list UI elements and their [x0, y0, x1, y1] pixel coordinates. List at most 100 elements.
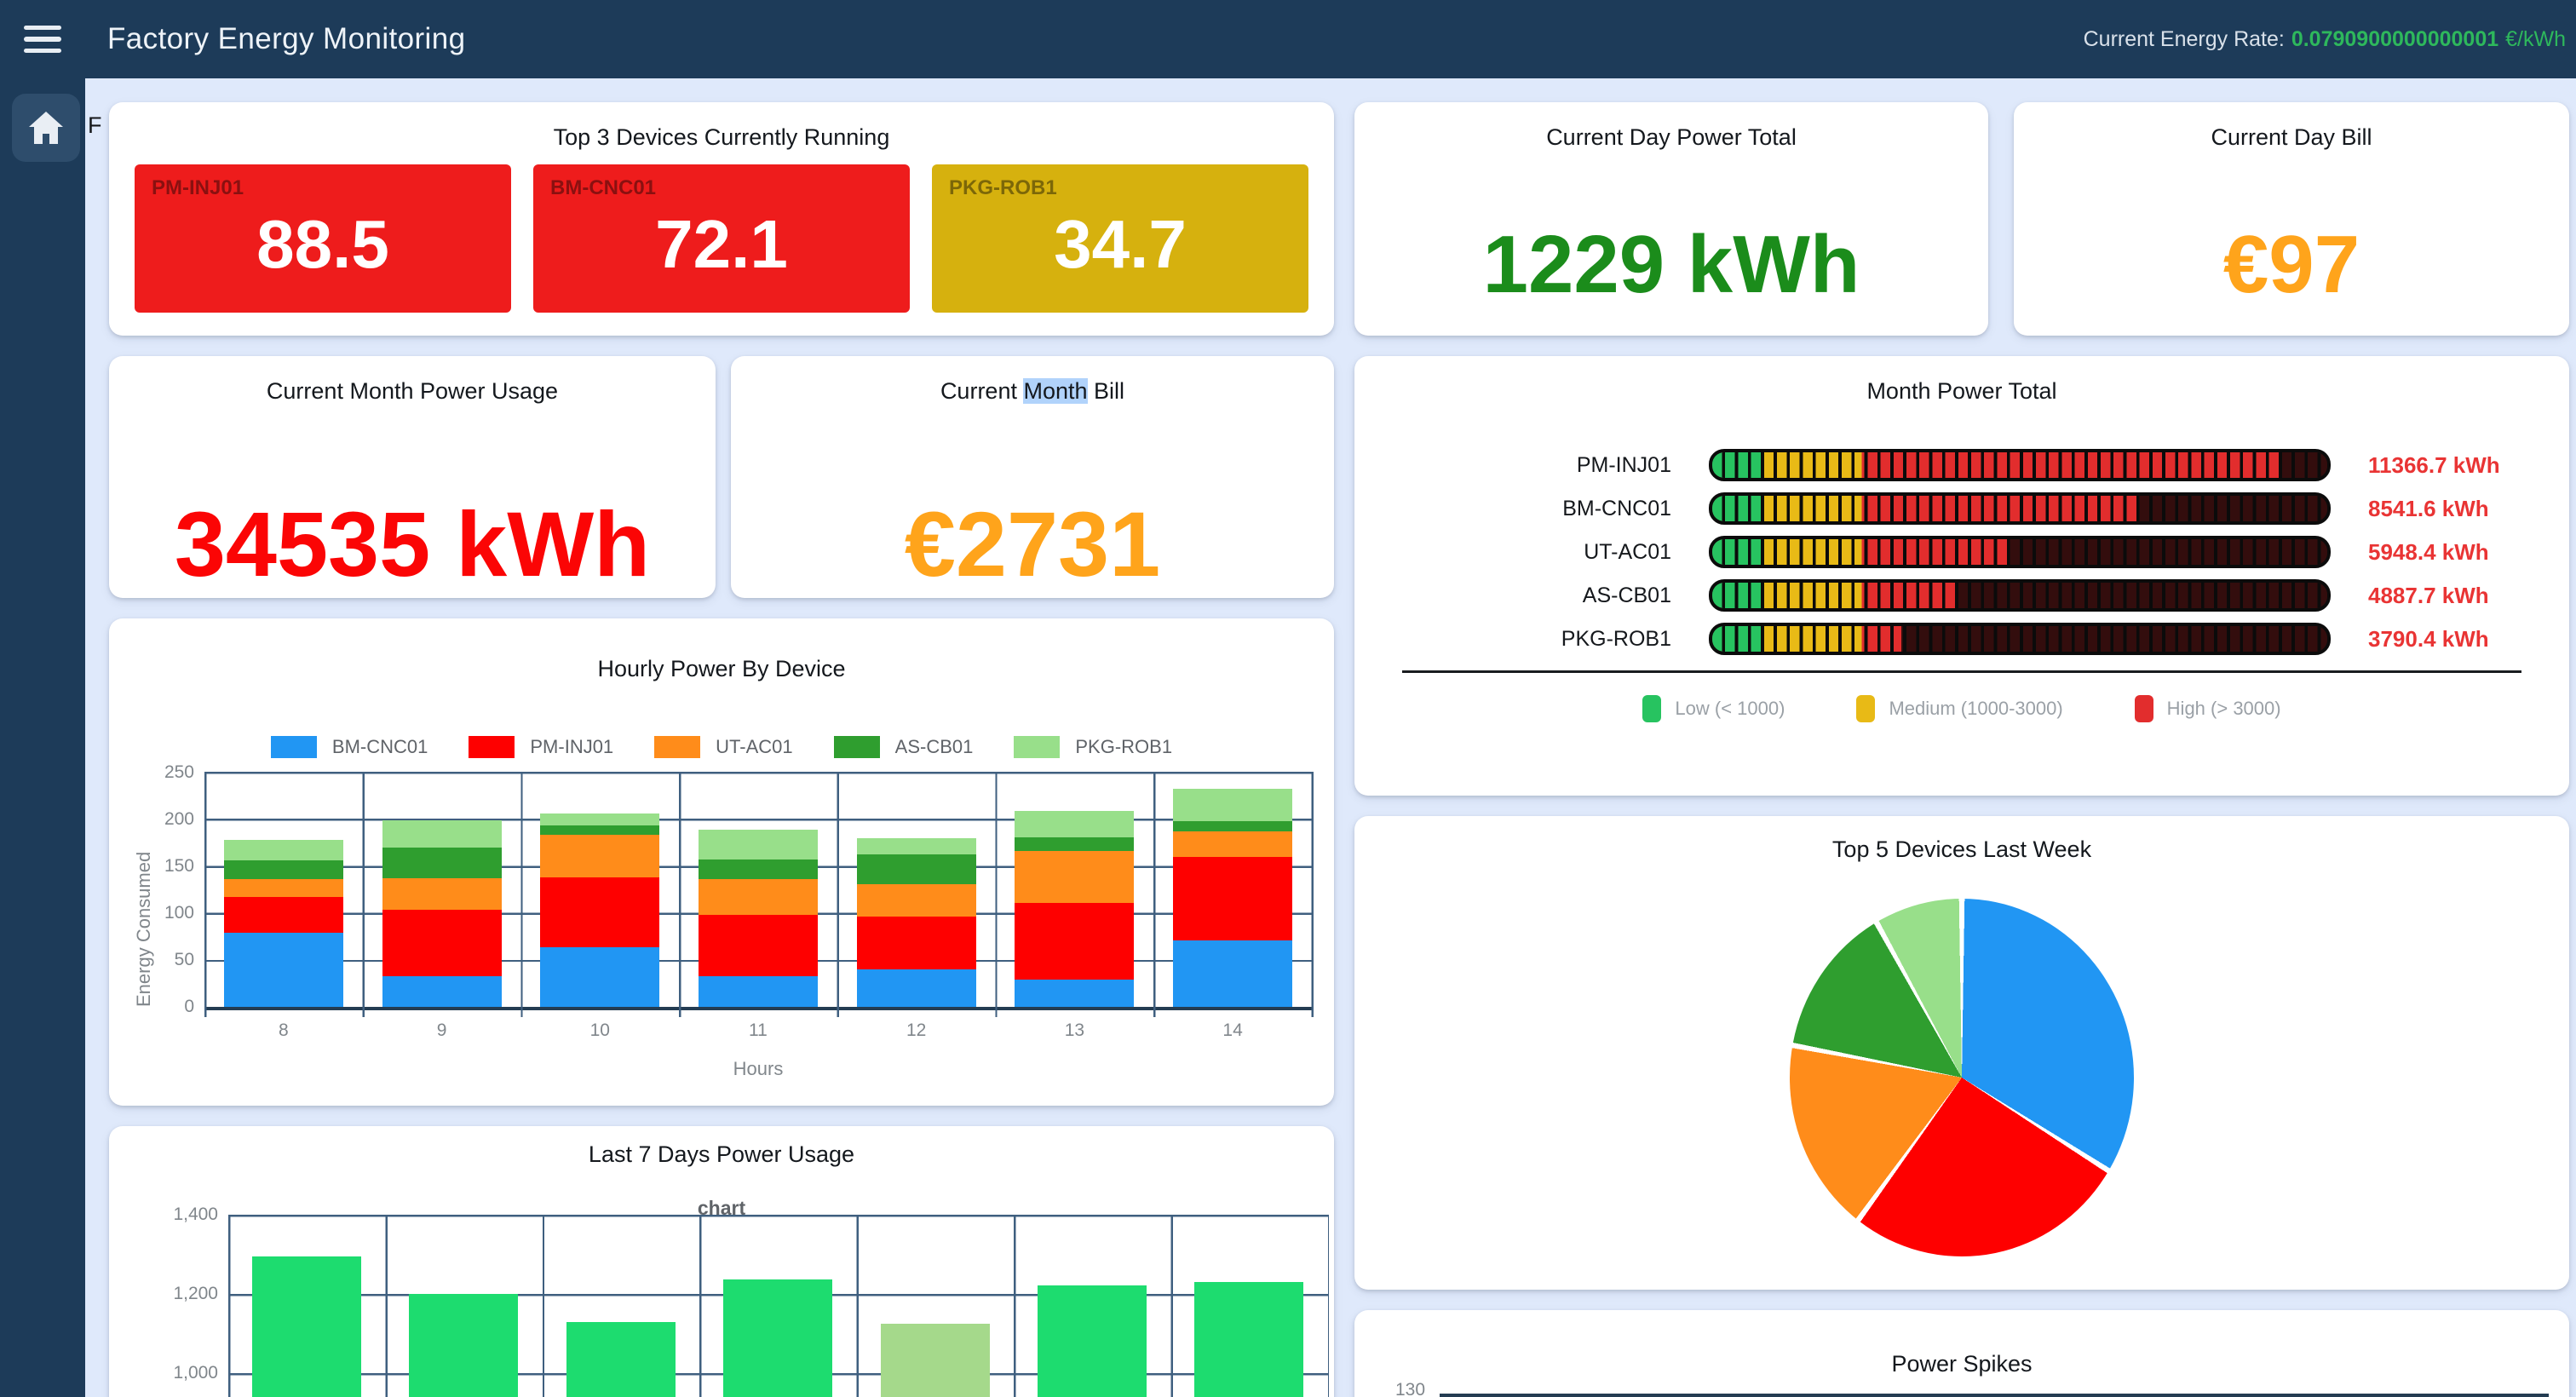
hourly-bar-segment — [699, 879, 818, 915]
top5-pie-card: Top 5 Devices Last Week — [1354, 816, 2569, 1290]
hourly-bar-segment — [224, 897, 343, 933]
spikes-chart-title: Power Spikes — [1354, 1310, 2569, 1377]
month-row: BM-CNC018541.6 kWh — [1389, 492, 2556, 525]
hourly-bar-segment — [699, 915, 818, 976]
hourly-bar-segment — [1015, 811, 1134, 837]
hourly-bar-segment — [1015, 903, 1134, 980]
legend-swatch-icon — [469, 736, 515, 758]
month-row-device-label: UT-AC01 — [1389, 540, 1671, 565]
hourly-legend-label: PM-INJ01 — [530, 736, 613, 758]
hourly-legend-item: AS-CB01 — [834, 736, 974, 758]
hourly-x-labels: 891011121314 — [204, 1020, 1312, 1041]
dashboard: Factory Energy Monitoring Current Energy… — [0, 0, 2576, 1397]
hourly-stacked-bar — [540, 813, 659, 1007]
device-tile: BM-CNC0172.1 — [533, 164, 910, 313]
device-tile-value: 88.5 — [152, 210, 494, 279]
power-spikes-card: Power Spikes 130 — [1354, 1310, 2569, 1397]
hourly-bar-segment — [1173, 831, 1292, 857]
month-summary-row: Current Month Power Usage 34535 kWh Curr… — [109, 356, 1334, 598]
current-day-power-total-card: Current Day Power Total 1229 kWh — [1354, 102, 1988, 336]
device-tile: PKG-ROB134.7 — [932, 164, 1308, 313]
hamburger-menu-icon[interactable] — [24, 26, 61, 53]
hourly-power-card: Hourly Power By Device BM-CNC01PM-INJ01U… — [109, 618, 1334, 1106]
month-row-device-label: PM-INJ01 — [1389, 453, 1671, 478]
top3-tiles: PM-INJ01 88.5 BM-CNC0172.1PKG-ROB134.7 — [135, 164, 1308, 313]
month-rows: PM-INJ0111366.7 kWh BM-CNC018541.6 kWh UT-… — [1389, 449, 2556, 655]
hourly-bar-segment — [540, 835, 659, 878]
month-row-value: 3790.4 kWh — [2368, 626, 2556, 653]
month-row: PM-INJ0111366.7 kWh — [1389, 449, 2556, 481]
legend-swatch-icon — [1014, 736, 1060, 758]
last7-days-card: Last 7 Days Power Usage chart 1,4001,200… — [109, 1126, 1334, 1397]
hourly-bar-segment — [1173, 857, 1292, 940]
hourly-x-tick-label: 8 — [204, 1020, 363, 1041]
day-bill-value: €97 — [2014, 224, 2569, 306]
hourly-bar-segment — [382, 820, 502, 848]
hourly-bar-column — [679, 772, 837, 1007]
current-day-bill-card: Current Day Bill €97 — [2014, 102, 2569, 336]
hourly-stacked-bar — [699, 830, 818, 1007]
month-row: PKG-ROB13790.4 kWh — [1389, 623, 2556, 655]
hourly-bar-segment — [1173, 789, 1292, 822]
month-legend-divider — [1402, 670, 2521, 673]
last7-bar — [1038, 1285, 1147, 1397]
rate-label: Current Energy Rate: — [2084, 27, 2285, 51]
month-legend-label: Medium (1000-3000) — [1889, 698, 2062, 720]
hourly-bar-column — [363, 772, 521, 1007]
rate-value: 0.0790900000000001 — [2291, 27, 2498, 51]
hourly-bar-segment — [1015, 837, 1134, 852]
legend-swatch-icon — [2135, 695, 2153, 722]
day-bill-title: Current Day Bill — [2014, 102, 2569, 151]
last7-bar-column — [1014, 1215, 1170, 1397]
device-tile-value: 72.1 — [550, 210, 893, 279]
month-row-value: 5948.4 kWh — [2368, 539, 2556, 566]
hourly-x-axis-title: Hours — [204, 1058, 1312, 1080]
home-icon — [29, 112, 63, 144]
hourly-bar-segment — [224, 879, 343, 897]
app-title: Factory Energy Monitoring — [107, 22, 465, 56]
hourly-x-tick-label: 13 — [996, 1020, 1154, 1041]
hourly-y-tick-label: 50 — [123, 950, 194, 970]
month-row: UT-AC01 5948.4 kWh — [1389, 536, 2556, 568]
month-row: AS-CB014887.7 kWh — [1389, 579, 2556, 612]
month-row-bar — [1709, 492, 2331, 525]
month-legend: Low (< 1000)Medium (1000-3000)High (> 30… — [1354, 695, 2569, 722]
hourly-bar-segment — [857, 854, 976, 884]
hourly-stacked-bar — [1015, 811, 1134, 1007]
last7-bar-column — [543, 1215, 699, 1397]
month-legend-label: Low (< 1000) — [1675, 698, 1785, 720]
spikes-y-tick: 130 — [1395, 1380, 1425, 1397]
hourly-bars — [204, 772, 1314, 1007]
hourly-stacked-bar — [224, 840, 343, 1007]
month-power-total-card: Month Power Total PM-INJ0111366.7 kWh BM-… — [1354, 356, 2569, 796]
month-total-title: Month Power Total — [1354, 356, 2569, 405]
hourly-bar-segment — [857, 838, 976, 854]
last7-bar — [566, 1322, 676, 1397]
day-total-value: 1229 kWh — [1354, 224, 1988, 306]
hourly-legend-item: UT-AC01 — [654, 736, 792, 758]
hourly-bar-segment — [1173, 821, 1292, 831]
month-usage-title: Current Month Power Usage — [109, 356, 716, 405]
month-legend-item: Medium (1000-3000) — [1856, 695, 2062, 722]
month-legend-item: Low (< 1000) — [1642, 695, 1785, 722]
last7-bar — [409, 1294, 518, 1397]
day-total-title: Current Day Power Total — [1354, 102, 1988, 151]
hourly-bar-segment — [382, 878, 502, 909]
last7-bars — [228, 1215, 1329, 1397]
hourly-bar-segment — [1015, 851, 1134, 903]
device-tile-label: PM-INJ01 — [152, 176, 494, 200]
pie-chart-title: Top 5 Devices Last Week — [1354, 816, 2569, 863]
last7-bar-column — [385, 1215, 542, 1397]
last7-bar-column — [857, 1215, 1014, 1397]
hourly-stacked-bar — [382, 820, 502, 1007]
hourly-legend-item: BM-CNC01 — [271, 736, 428, 758]
hourly-bar-segment — [540, 825, 659, 835]
hourly-stacked-bar — [1173, 789, 1292, 1007]
hourly-bar-segment — [382, 910, 502, 976]
month-row-device-label: BM-CNC01 — [1389, 497, 1671, 521]
month-usage-value: 34535 kWh — [109, 498, 716, 590]
month-row-bar-segments — [1712, 539, 2327, 565]
hourly-bar-segment — [224, 840, 343, 860]
device-tile: PM-INJ01 88.5 — [135, 164, 511, 313]
home-button[interactable] — [12, 94, 80, 162]
